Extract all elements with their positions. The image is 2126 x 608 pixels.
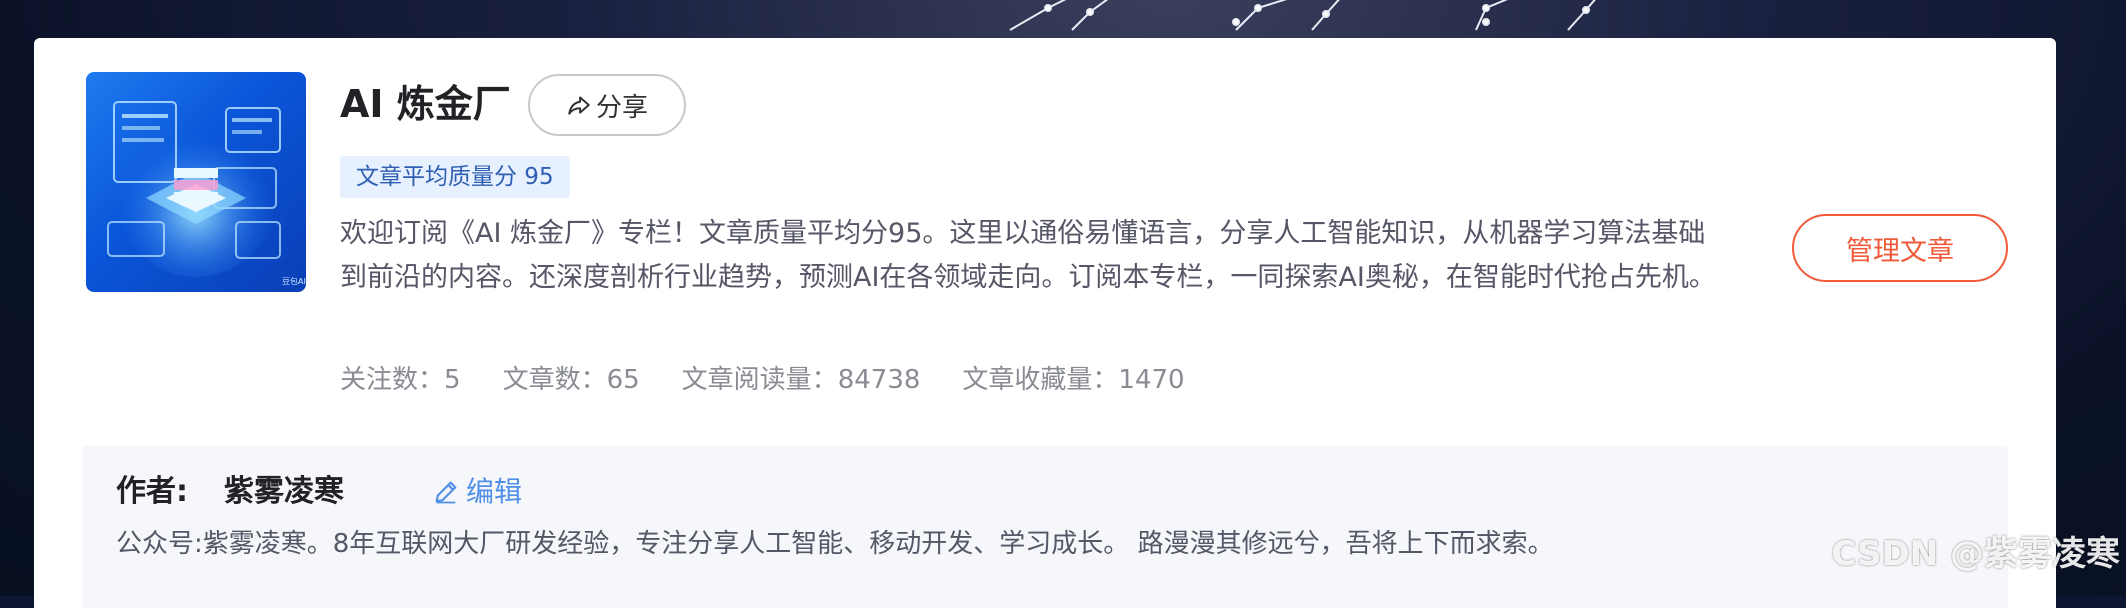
stat-followers: 关注数：5 (340, 360, 461, 400)
manage-articles-button[interactable]: 管理文章 (1792, 214, 2008, 282)
edit-author-button[interactable]: 编辑 (432, 470, 522, 514)
author-label: 作者: (116, 474, 188, 509)
author-name[interactable]: 紫雾凌寒 (224, 470, 344, 514)
share-button[interactable]: 分享 (528, 74, 686, 136)
stat-label: 文章阅读量： (681, 365, 838, 395)
quality-score-badge: 文章平均质量分 95 (340, 156, 570, 198)
svg-text:豆包AI: 豆包AI (282, 276, 306, 286)
stat-favorites: 文章收藏量：1470 (962, 360, 1184, 400)
stat-label: 关注数： (340, 365, 445, 395)
stat-label: 文章数： (502, 365, 607, 395)
column-cover-image[interactable]: 豆包AI (86, 72, 306, 292)
stat-value: 84738 (837, 365, 921, 395)
stat-value: 65 (606, 365, 640, 395)
edit-label: 编辑 (466, 475, 523, 508)
pencil-icon (435, 481, 457, 504)
author-bio: 公众号:紫雾凌寒。8年互联网大厂研发经验，专注分享人工智能、移动开发、学习成长。… (116, 529, 1554, 559)
share-icon (568, 96, 590, 115)
column-stats: 关注数：5 文章数：65 文章阅读量：84738 文章收藏量：1470 (340, 360, 1227, 400)
stat-value: 5 (444, 365, 461, 395)
stat-articles: 文章数：65 (503, 360, 640, 400)
ai-illustration-icon: 豆包AI (107, 101, 306, 286)
stat-reads: 文章阅读量：84738 (682, 360, 921, 400)
constellation-decoration (1009, 0, 1596, 31)
stat-label: 文章收藏量： (962, 365, 1119, 395)
author-section: 作者: 紫雾凌寒 编辑 公众号:紫雾凌寒。8年互联网大厂研发经验，专注分享人工智… (82, 446, 2008, 608)
column-card: 豆包AI AI 炼金厂 分享 文章平均质量分 95 欢迎订阅《AI 炼金厂》专栏… (34, 38, 2056, 608)
share-label: 分享 (595, 92, 648, 123)
csdn-watermark: CSDN @紫雾凌寒 (1831, 534, 2120, 574)
stat-value: 1470 (1118, 365, 1185, 395)
column-description: 欢迎订阅《AI 炼金厂》专栏！文章质量平均分95。这里以通俗易懂语言，分享人工智… (340, 218, 1716, 293)
column-title: AI 炼金厂 (340, 82, 511, 126)
